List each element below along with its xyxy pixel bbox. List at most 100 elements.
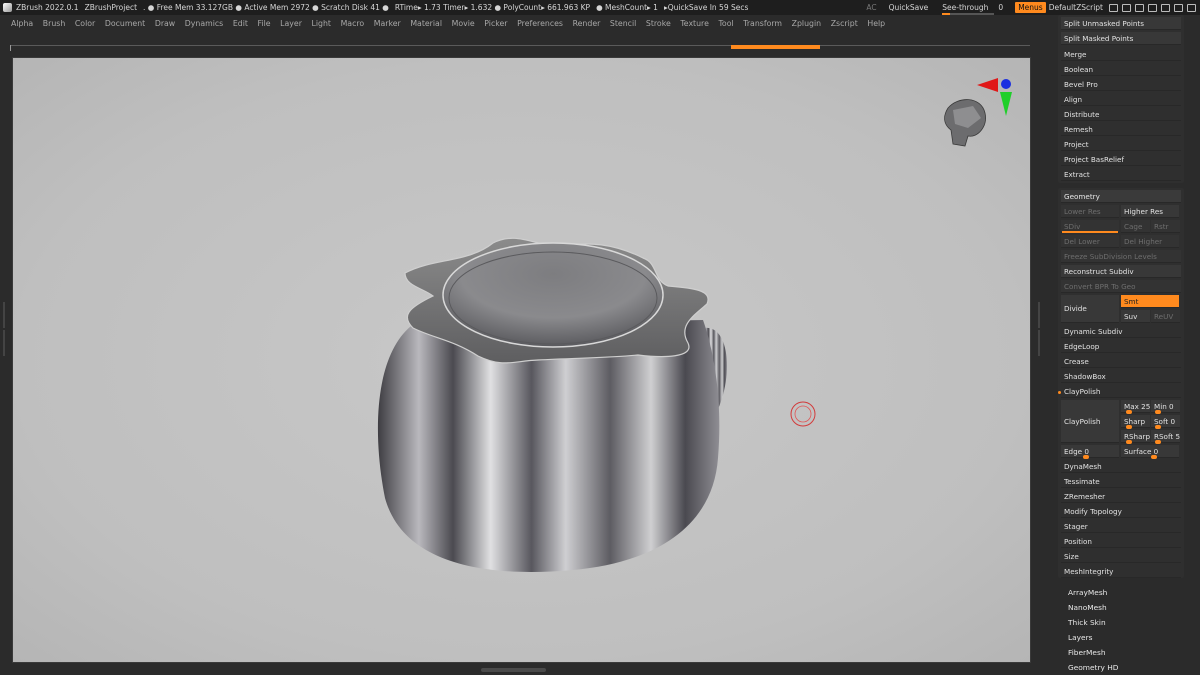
menu-document[interactable]: Document <box>105 19 145 28</box>
stager-button[interactable]: Stager <box>1061 520 1181 533</box>
thick-skin-subpalette[interactable]: Thick Skin <box>1068 615 1118 630</box>
surface-slider[interactable]: Surface 0 <box>1121 445 1179 458</box>
extract-button[interactable]: Extract <box>1061 168 1181 181</box>
merge-button[interactable]: Merge <box>1061 48 1181 61</box>
minimize-icon[interactable] <box>1161 3 1170 12</box>
menu-color[interactable]: Color <box>75 19 95 28</box>
lower-res-button[interactable]: Lower Res <box>1061 205 1119 218</box>
menu-transform[interactable]: Transform <box>743 19 782 28</box>
suv-toggle[interactable]: Suv <box>1121 310 1150 323</box>
menu-edit[interactable]: Edit <box>233 19 248 28</box>
edgeloop-button[interactable]: EdgeLoop <box>1061 340 1181 353</box>
geometry-header[interactable]: Geometry <box>1061 190 1181 203</box>
nanomesh-subpalette[interactable]: NanoMesh <box>1068 600 1118 615</box>
smt-toggle[interactable]: Smt <box>1121 295 1179 308</box>
split-unmasked-points-button[interactable]: Split Unmasked Points <box>1061 17 1181 30</box>
geometry-panel: Geometry Lower Res Higher Res SDiv Cage … <box>1058 188 1184 578</box>
edge-slider-dot <box>1083 455 1089 459</box>
del-lower-button[interactable]: Del Lower <box>1061 235 1119 248</box>
brush-cursor-inner <box>794 405 812 423</box>
reconstruct-subdiv-button[interactable]: Reconstruct Subdiv <box>1061 265 1181 278</box>
shadowbox-button[interactable]: ShadowBox <box>1061 370 1181 383</box>
rsharp-slider-dot <box>1126 440 1132 444</box>
modify-topology-button[interactable]: Modify Topology <box>1061 505 1181 518</box>
project-button[interactable]: Project <box>1061 138 1181 151</box>
menu-material[interactable]: Material <box>410 19 442 28</box>
zplugin-indicator[interactable] <box>731 45 820 49</box>
higher-res-button[interactable]: Higher Res <box>1121 205 1179 218</box>
position-button[interactable]: Position <box>1061 535 1181 548</box>
close-icon[interactable] <box>1187 3 1196 12</box>
fibermesh-subpalette[interactable]: FiberMesh <box>1068 645 1118 660</box>
palette-icon[interactable] <box>1122 3 1131 12</box>
boolean-button[interactable]: Boolean <box>1061 63 1181 76</box>
layers-subpalette[interactable]: Layers <box>1068 630 1118 645</box>
zbrush-window: ZBrush 2022.0.1 ZBrushProject . ● Free M… <box>0 0 1200 675</box>
menu-alpha[interactable]: Alpha <box>11 19 33 28</box>
menu-picker[interactable]: Picker <box>484 19 507 28</box>
canvas-drawing <box>377 78 1012 572</box>
menu-light[interactable]: Light <box>312 19 331 28</box>
claypolish-button[interactable]: ClayPolish <box>1061 400 1119 443</box>
bottom-tray-handle[interactable] <box>481 668 546 672</box>
menu-brush[interactable]: Brush <box>43 19 66 28</box>
menu-movie[interactable]: Movie <box>452 19 475 28</box>
see-through-slider[interactable]: See-through <box>942 3 995 15</box>
menu-zplugin[interactable]: Zplugin <box>792 19 821 28</box>
size-button[interactable]: Size <box>1061 550 1181 563</box>
divide-button[interactable]: Divide <box>1061 295 1119 323</box>
remesh-button[interactable]: Remesh <box>1061 123 1181 136</box>
menu-zscript[interactable]: Zscript <box>831 19 858 28</box>
claypolish-header[interactable]: ClayPolish <box>1061 385 1181 398</box>
distribute-button[interactable]: Distribute <box>1061 108 1181 121</box>
split-masked-points-button[interactable]: Split Masked Points <box>1061 32 1181 45</box>
del-higher-button[interactable]: Del Higher <box>1121 235 1179 248</box>
timer-status: RTime▸ 1.73 Timer▸ 1.632 ● PolyCount▸ 66… <box>394 3 591 12</box>
menu-render[interactable]: Render <box>573 19 601 28</box>
left-tray-handle[interactable] <box>1 300 6 390</box>
default-zscript-button[interactable]: DefaultZScript <box>1049 3 1103 12</box>
menu-macro[interactable]: Macro <box>341 19 365 28</box>
cage-button[interactable]: Cage <box>1121 220 1150 233</box>
meshintegrity-button[interactable]: MeshIntegrity <box>1061 565 1181 578</box>
menu-stencil[interactable]: Stencil <box>610 19 636 28</box>
ac-toggle[interactable]: AC <box>866 3 876 12</box>
crease-button[interactable]: Crease <box>1061 355 1181 368</box>
document-canvas[interactable] <box>12 57 1031 663</box>
align-button[interactable]: Align <box>1061 93 1181 106</box>
main-menu-bar: Alpha Brush Color Document Draw Dynamics… <box>0 15 1058 31</box>
menu-dynamics[interactable]: Dynamics <box>185 19 223 28</box>
convert-bpr-button[interactable]: Convert BPR To Geo <box>1061 280 1181 293</box>
title-bar: ZBrush 2022.0.1 ZBrushProject . ● Free M… <box>0 0 1200 15</box>
bevel-pro-button[interactable]: Bevel Pro <box>1061 78 1181 91</box>
maximize-icon[interactable] <box>1174 3 1183 12</box>
layout-icon[interactable] <box>1109 3 1118 12</box>
zremesher-button[interactable]: ZRemesher <box>1061 490 1181 503</box>
menu-texture[interactable]: Texture <box>680 19 709 28</box>
edge-slider[interactable]: Edge 0 <box>1061 445 1119 458</box>
dynamic-subdiv-button[interactable]: Dynamic Subdiv <box>1061 325 1181 338</box>
geometry-hd-subpalette[interactable]: Geometry HD <box>1068 660 1118 675</box>
menu-preferences[interactable]: Preferences <box>517 19 563 28</box>
dynamesh-button[interactable]: DynaMesh <box>1061 460 1181 473</box>
project-basrelief-button[interactable]: Project BasRelief <box>1061 153 1181 166</box>
arraymesh-subpalette[interactable]: ArrayMesh <box>1068 585 1118 600</box>
menu-stroke[interactable]: Stroke <box>646 19 671 28</box>
window-icon[interactable] <box>1135 3 1144 12</box>
quicksave-button[interactable]: QuickSave <box>889 3 929 12</box>
menu-help[interactable]: Help <box>867 19 885 28</box>
menu-layer[interactable]: Layer <box>280 19 302 28</box>
rstr-button[interactable]: Rstr <box>1151 220 1180 233</box>
menus-toggle[interactable]: Menus <box>1015 2 1046 13</box>
reuv-toggle[interactable]: ReUV <box>1151 310 1180 323</box>
menu-tool[interactable]: Tool <box>718 19 733 28</box>
head-navigation-icon[interactable] <box>944 99 986 147</box>
tool-palette: Split Unmasked Points Split Masked Point… <box>1058 15 1188 675</box>
menu-marker[interactable]: Marker <box>374 19 401 28</box>
menu-file[interactable]: File <box>258 19 271 28</box>
restore-icon[interactable] <box>1148 3 1157 12</box>
menu-draw[interactable]: Draw <box>155 19 175 28</box>
right-tray-handle[interactable] <box>1036 300 1041 390</box>
tessimate-button[interactable]: Tessimate <box>1061 475 1181 488</box>
freeze-subdivision-button[interactable]: Freeze SubDivision Levels <box>1061 250 1181 263</box>
